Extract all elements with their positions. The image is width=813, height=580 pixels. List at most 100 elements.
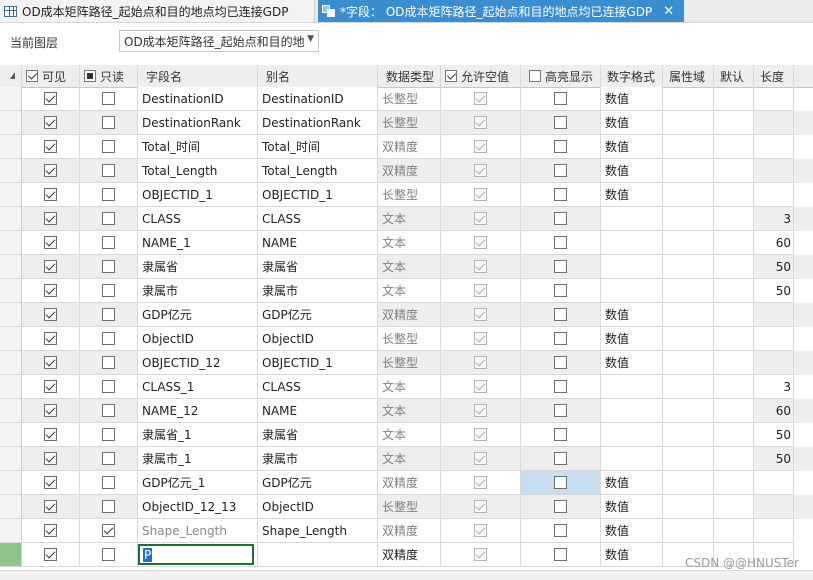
cell-alias[interactable]: 隶属市 — [258, 447, 378, 471]
visible-checkbox[interactable] — [44, 188, 57, 201]
cell-allow-null[interactable] — [441, 279, 521, 303]
current-layer-dropdown[interactable]: OD成本矩阵路径_起始点和目的地 ▼ — [119, 30, 319, 52]
cell-allow-null[interactable] — [441, 255, 521, 279]
cell-default[interactable] — [714, 327, 754, 351]
cell-alias[interactable]: OBJECTID_1 — [258, 351, 378, 375]
cell-domain[interactable] — [663, 327, 714, 351]
readonly-checkbox[interactable] — [102, 212, 115, 225]
cell-name[interactable]: P — [138, 543, 258, 567]
cell-length[interactable] — [754, 519, 794, 543]
cell-alias[interactable]: 隶属省 — [258, 255, 378, 279]
cell-length[interactable]: 60 — [754, 231, 794, 255]
header-visible[interactable]: 可见 — [22, 65, 80, 87]
cell-highlight[interactable] — [521, 495, 601, 519]
cell-visible[interactable] — [22, 327, 80, 351]
cell-readonly[interactable] — [80, 495, 138, 519]
row-header[interactable] — [0, 207, 22, 231]
cell-readonly[interactable] — [80, 255, 138, 279]
readonly-checkbox[interactable] — [102, 308, 115, 321]
highlight-checkbox[interactable] — [554, 404, 567, 417]
cell-default[interactable] — [714, 279, 754, 303]
cell-readonly[interactable] — [80, 303, 138, 327]
cell-allow-null[interactable] — [441, 471, 521, 495]
close-icon[interactable]: ✕ — [663, 4, 674, 19]
cell-highlight[interactable] — [521, 135, 601, 159]
visible-checkbox[interactable] — [44, 164, 57, 177]
cell-visible[interactable] — [22, 231, 80, 255]
visible-checkbox[interactable] — [44, 140, 57, 153]
cell-name[interactable]: 隶属省 — [138, 255, 258, 279]
cell-allow-null[interactable] — [441, 303, 521, 327]
row-header[interactable] — [0, 447, 22, 471]
highlight-checkbox[interactable] — [554, 356, 567, 369]
cell-domain[interactable] — [663, 423, 714, 447]
cell-type[interactable]: 长整型 — [378, 111, 441, 135]
cell-alias[interactable]: 隶属省 — [258, 423, 378, 447]
visible-checkbox[interactable] — [44, 308, 57, 321]
cell-name[interactable]: ObjectID_12_13 — [138, 495, 258, 519]
cell-allow-null[interactable] — [441, 519, 521, 543]
header-number-format[interactable]: 数字格式 — [601, 65, 663, 87]
cell-type[interactable]: 文本 — [378, 207, 441, 231]
cell-visible[interactable] — [22, 279, 80, 303]
table-row[interactable]: NAME_12 NAME 文本 60 — [0, 399, 813, 423]
cell-default[interactable] — [714, 399, 754, 423]
cell-name[interactable]: GDP亿元_1 — [138, 471, 258, 495]
cell-allow-null[interactable] — [441, 375, 521, 399]
cell-name[interactable]: OBJECTID_1 — [138, 183, 258, 207]
cell-type[interactable]: 文本 — [378, 255, 441, 279]
cell-domain[interactable] — [663, 231, 714, 255]
cell-type[interactable]: 文本 — [378, 399, 441, 423]
cell-type[interactable]: 文本 — [378, 447, 441, 471]
cell-name[interactable]: 隶属市_1 — [138, 447, 258, 471]
cell-name[interactable]: Total_时间 — [138, 135, 258, 159]
cell-domain[interactable] — [663, 495, 714, 519]
cell-domain[interactable] — [663, 471, 714, 495]
row-header[interactable] — [0, 543, 22, 567]
cell-visible[interactable] — [22, 183, 80, 207]
cell-default[interactable] — [714, 255, 754, 279]
cell-readonly[interactable] — [80, 111, 138, 135]
cell-visible[interactable] — [22, 495, 80, 519]
highlight-checkbox[interactable] — [554, 428, 567, 441]
cell-format[interactable] — [601, 255, 663, 279]
header-data-type[interactable]: 数据类型 — [378, 65, 441, 87]
cell-type[interactable]: 双精度 — [378, 471, 441, 495]
cell-readonly[interactable] — [80, 447, 138, 471]
table-row[interactable]: OBJECTID_12 OBJECTID_1 长整型 数值 — [0, 351, 813, 375]
cell-domain[interactable] — [663, 135, 714, 159]
cell-highlight[interactable] — [521, 111, 601, 135]
cell-domain[interactable] — [663, 279, 714, 303]
cell-alias[interactable]: OBJECTID_1 — [258, 183, 378, 207]
readonly-checkbox[interactable] — [102, 332, 115, 345]
cell-name[interactable]: 隶属省_1 — [138, 423, 258, 447]
cell-visible[interactable] — [22, 135, 80, 159]
cell-allow-null[interactable] — [441, 135, 521, 159]
table-row[interactable]: Total_Length Total_Length 双精度 数值 — [0, 159, 813, 183]
cell-format[interactable]: 数值 — [601, 159, 663, 183]
cell-allow-null[interactable] — [441, 447, 521, 471]
cell-type[interactable]: 文本 — [378, 279, 441, 303]
highlight-checkbox[interactable] — [554, 140, 567, 153]
header-highlight[interactable]: 高亮显示 — [521, 65, 601, 87]
cell-visible[interactable] — [22, 447, 80, 471]
highlight-checkbox[interactable] — [554, 308, 567, 321]
row-header[interactable] — [0, 519, 22, 543]
readonly-checkbox[interactable] — [102, 188, 115, 201]
visible-checkbox[interactable] — [44, 500, 57, 513]
cell-domain[interactable] — [663, 87, 714, 111]
highlight-checkbox[interactable] — [554, 524, 567, 537]
cell-readonly[interactable] — [80, 279, 138, 303]
cell-type[interactable]: 文本 — [378, 375, 441, 399]
cell-domain[interactable] — [663, 351, 714, 375]
cell-readonly[interactable] — [80, 231, 138, 255]
header-domain[interactable]: 属性域 — [663, 65, 714, 87]
cell-format[interactable] — [601, 423, 663, 447]
cell-allow-null[interactable] — [441, 111, 521, 135]
cell-format[interactable] — [601, 375, 663, 399]
cell-length[interactable] — [754, 303, 794, 327]
table-row[interactable]: CLASS CLASS 文本 3 — [0, 207, 813, 231]
cell-default[interactable] — [714, 471, 754, 495]
readonly-checkbox[interactable] — [102, 260, 115, 273]
cell-readonly[interactable] — [80, 159, 138, 183]
